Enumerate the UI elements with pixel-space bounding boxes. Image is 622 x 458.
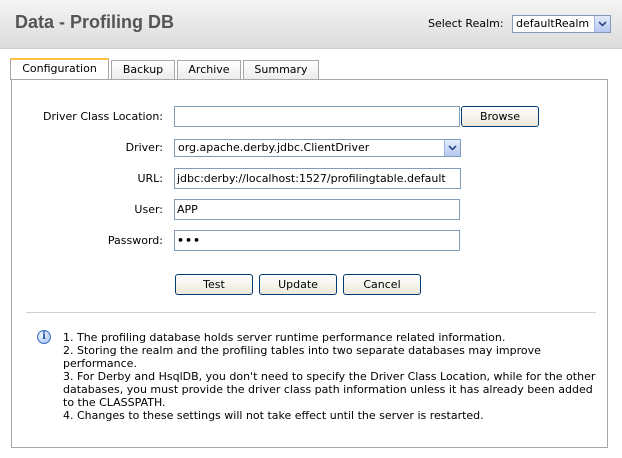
tab-backup[interactable]: Backup (111, 60, 175, 79)
chevron-down-icon[interactable] (594, 16, 610, 32)
page-title: Data - Profiling DB (15, 12, 175, 32)
note-item: 1. The profiling database holds server r… (63, 331, 506, 344)
driver-class-location-label: Driver Class Location: (42, 110, 163, 123)
url-label: URL: (137, 172, 163, 185)
divider (26, 312, 596, 313)
browse-button[interactable]: Browse (461, 106, 539, 127)
driver-select[interactable]: org.apache.derby.jdbc.ClientDriver (174, 139, 461, 157)
info-icon: i (37, 330, 51, 344)
cancel-button[interactable]: Cancel (343, 274, 421, 295)
password-label: Password: (107, 234, 163, 247)
url-input[interactable]: jdbc:derby://localhost:1527/profilingtab… (174, 168, 461, 189)
user-input[interactable]: APP (174, 199, 460, 220)
driver-select-value: org.apache.derby.jdbc.ClientDriver (178, 141, 370, 154)
tab-summary[interactable]: Summary (243, 60, 319, 79)
password-input[interactable]: ••• (174, 230, 460, 251)
update-button[interactable]: Update (259, 274, 337, 295)
chevron-down-icon[interactable] (444, 140, 460, 156)
realm-label: Select Realm: (428, 17, 504, 30)
realm-select[interactable]: defaultRealm (512, 15, 611, 33)
note-item: 2. Storing the realm and the profiling t… (63, 344, 541, 370)
note-item: 3. For Derby and HsqlDB, you don't need … (63, 370, 596, 409)
note-item: 4. Changes to these settings will not ta… (63, 409, 484, 422)
user-label: User: (134, 203, 163, 216)
test-button[interactable]: Test (175, 274, 253, 295)
realm-select-value: defaultRealm (516, 17, 590, 30)
tab-archive[interactable]: Archive (177, 60, 241, 79)
driver-label: Driver: (125, 141, 163, 154)
tab-configuration[interactable]: Configuration (10, 58, 109, 80)
header-bar: Data - Profiling DB Select Realm: defaul… (0, 0, 622, 49)
driver-class-location-input[interactable] (174, 106, 460, 127)
notes-list: 1. The profiling database holds server r… (63, 331, 603, 422)
